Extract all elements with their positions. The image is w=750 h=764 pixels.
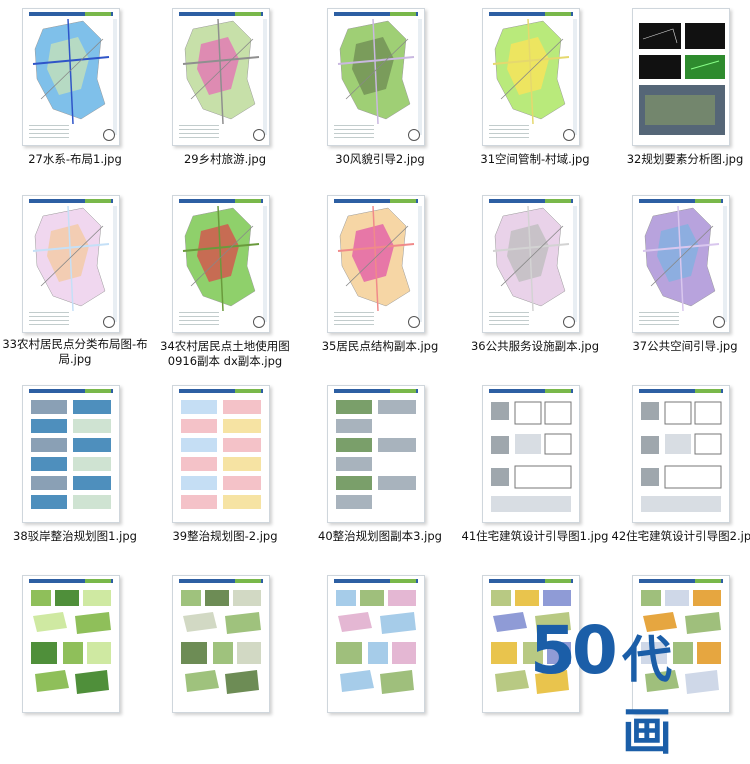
file-item[interactable]: [305, 575, 455, 755]
file-name-label: 36公共服务设施副本.jpg: [470, 339, 600, 353]
file-item[interactable]: 36公共服务设施副本.jpg: [460, 195, 610, 375]
file-item[interactable]: 39整治规划图-2.jpg: [150, 385, 300, 565]
file-name-label: 35居民点结构副本.jpg: [321, 339, 439, 353]
file-item[interactable]: 40整治规划图副本3.jpg: [305, 385, 455, 565]
file-item[interactable]: 38驳岸整治规划图1.jpg: [0, 385, 150, 565]
file-thumbnail[interactable]: [22, 195, 120, 333]
file-name-label: 34农村居民点土地使用图0916副本 dx副本.jpg: [160, 339, 290, 368]
file-thumbnail[interactable]: [632, 385, 730, 523]
file-thumbnail[interactable]: [327, 195, 425, 333]
file-name-label: 42住宅建筑设计引导图2.jpg: [611, 529, 750, 543]
file-thumbnail[interactable]: [327, 8, 425, 146]
watermark-logo: 50 代画: [530, 612, 720, 761]
file-thumbnail[interactable]: [632, 195, 730, 333]
file-thumbnail[interactable]: [172, 195, 270, 333]
file-name-label: 32规划要素分析图.jpg: [626, 152, 744, 166]
watermark-number: 50: [530, 612, 618, 689]
file-item[interactable]: 41住宅建筑设计引导图1.jpg: [460, 385, 610, 565]
file-name-label: 31空间管制-村域.jpg: [480, 152, 590, 166]
file-thumbnail[interactable]: [327, 385, 425, 523]
file-name-label: 41住宅建筑设计引导图1.jpg: [461, 529, 609, 543]
file-name-label: 37公共空间引导.jpg: [632, 339, 738, 353]
file-thumbnail-grid: 27水系-布局1.jpg 29乡村旅游.jpg 30风貌引导2.jpg 31空间…: [0, 0, 750, 713]
file-item[interactable]: 35居民点结构副本.jpg: [305, 195, 455, 375]
file-item[interactable]: 27水系-布局1.jpg: [0, 8, 150, 188]
file-item[interactable]: 30风貌引导2.jpg: [305, 8, 455, 188]
file-item[interactable]: 34农村居民点土地使用图0916副本 dx副本.jpg: [150, 195, 300, 375]
file-name-label: 40整治规划图副本3.jpg: [318, 529, 442, 543]
file-thumbnail[interactable]: [632, 8, 730, 146]
file-item[interactable]: 33农村居民点分类布局图-布局.jpg: [0, 195, 150, 375]
file-name-label: 33农村居民点分类布局图-布局.jpg: [2, 337, 148, 366]
file-thumbnail[interactable]: [22, 385, 120, 523]
file-name-label: 39整治规划图-2.jpg: [172, 529, 278, 543]
file-thumbnail[interactable]: [22, 575, 120, 713]
file-thumbnail[interactable]: [172, 385, 270, 523]
file-thumbnail[interactable]: [327, 575, 425, 713]
file-item[interactable]: [150, 575, 300, 755]
file-item[interactable]: 29乡村旅游.jpg: [150, 8, 300, 188]
file-thumbnail[interactable]: [482, 385, 580, 523]
file-item[interactable]: 42住宅建筑设计引导图2.jpg: [610, 385, 750, 565]
file-thumbnail[interactable]: [22, 8, 120, 146]
file-name-label: 29乡村旅游.jpg: [183, 152, 267, 166]
file-name-label: 30风貌引导2.jpg: [335, 152, 425, 166]
file-thumbnail[interactable]: [482, 8, 580, 146]
file-item[interactable]: 32规划要素分析图.jpg: [610, 8, 750, 188]
file-name-label: 38驳岸整治规划图1.jpg: [13, 529, 137, 543]
file-name-label: 27水系-布局1.jpg: [28, 152, 122, 166]
file-item[interactable]: 37公共空间引导.jpg: [610, 195, 750, 375]
file-item[interactable]: 31空间管制-村域.jpg: [460, 8, 610, 188]
file-thumbnail[interactable]: [172, 8, 270, 146]
watermark-text: 代画: [622, 631, 672, 761]
file-thumbnail[interactable]: [482, 195, 580, 333]
file-item[interactable]: [0, 575, 150, 755]
file-thumbnail[interactable]: [172, 575, 270, 713]
